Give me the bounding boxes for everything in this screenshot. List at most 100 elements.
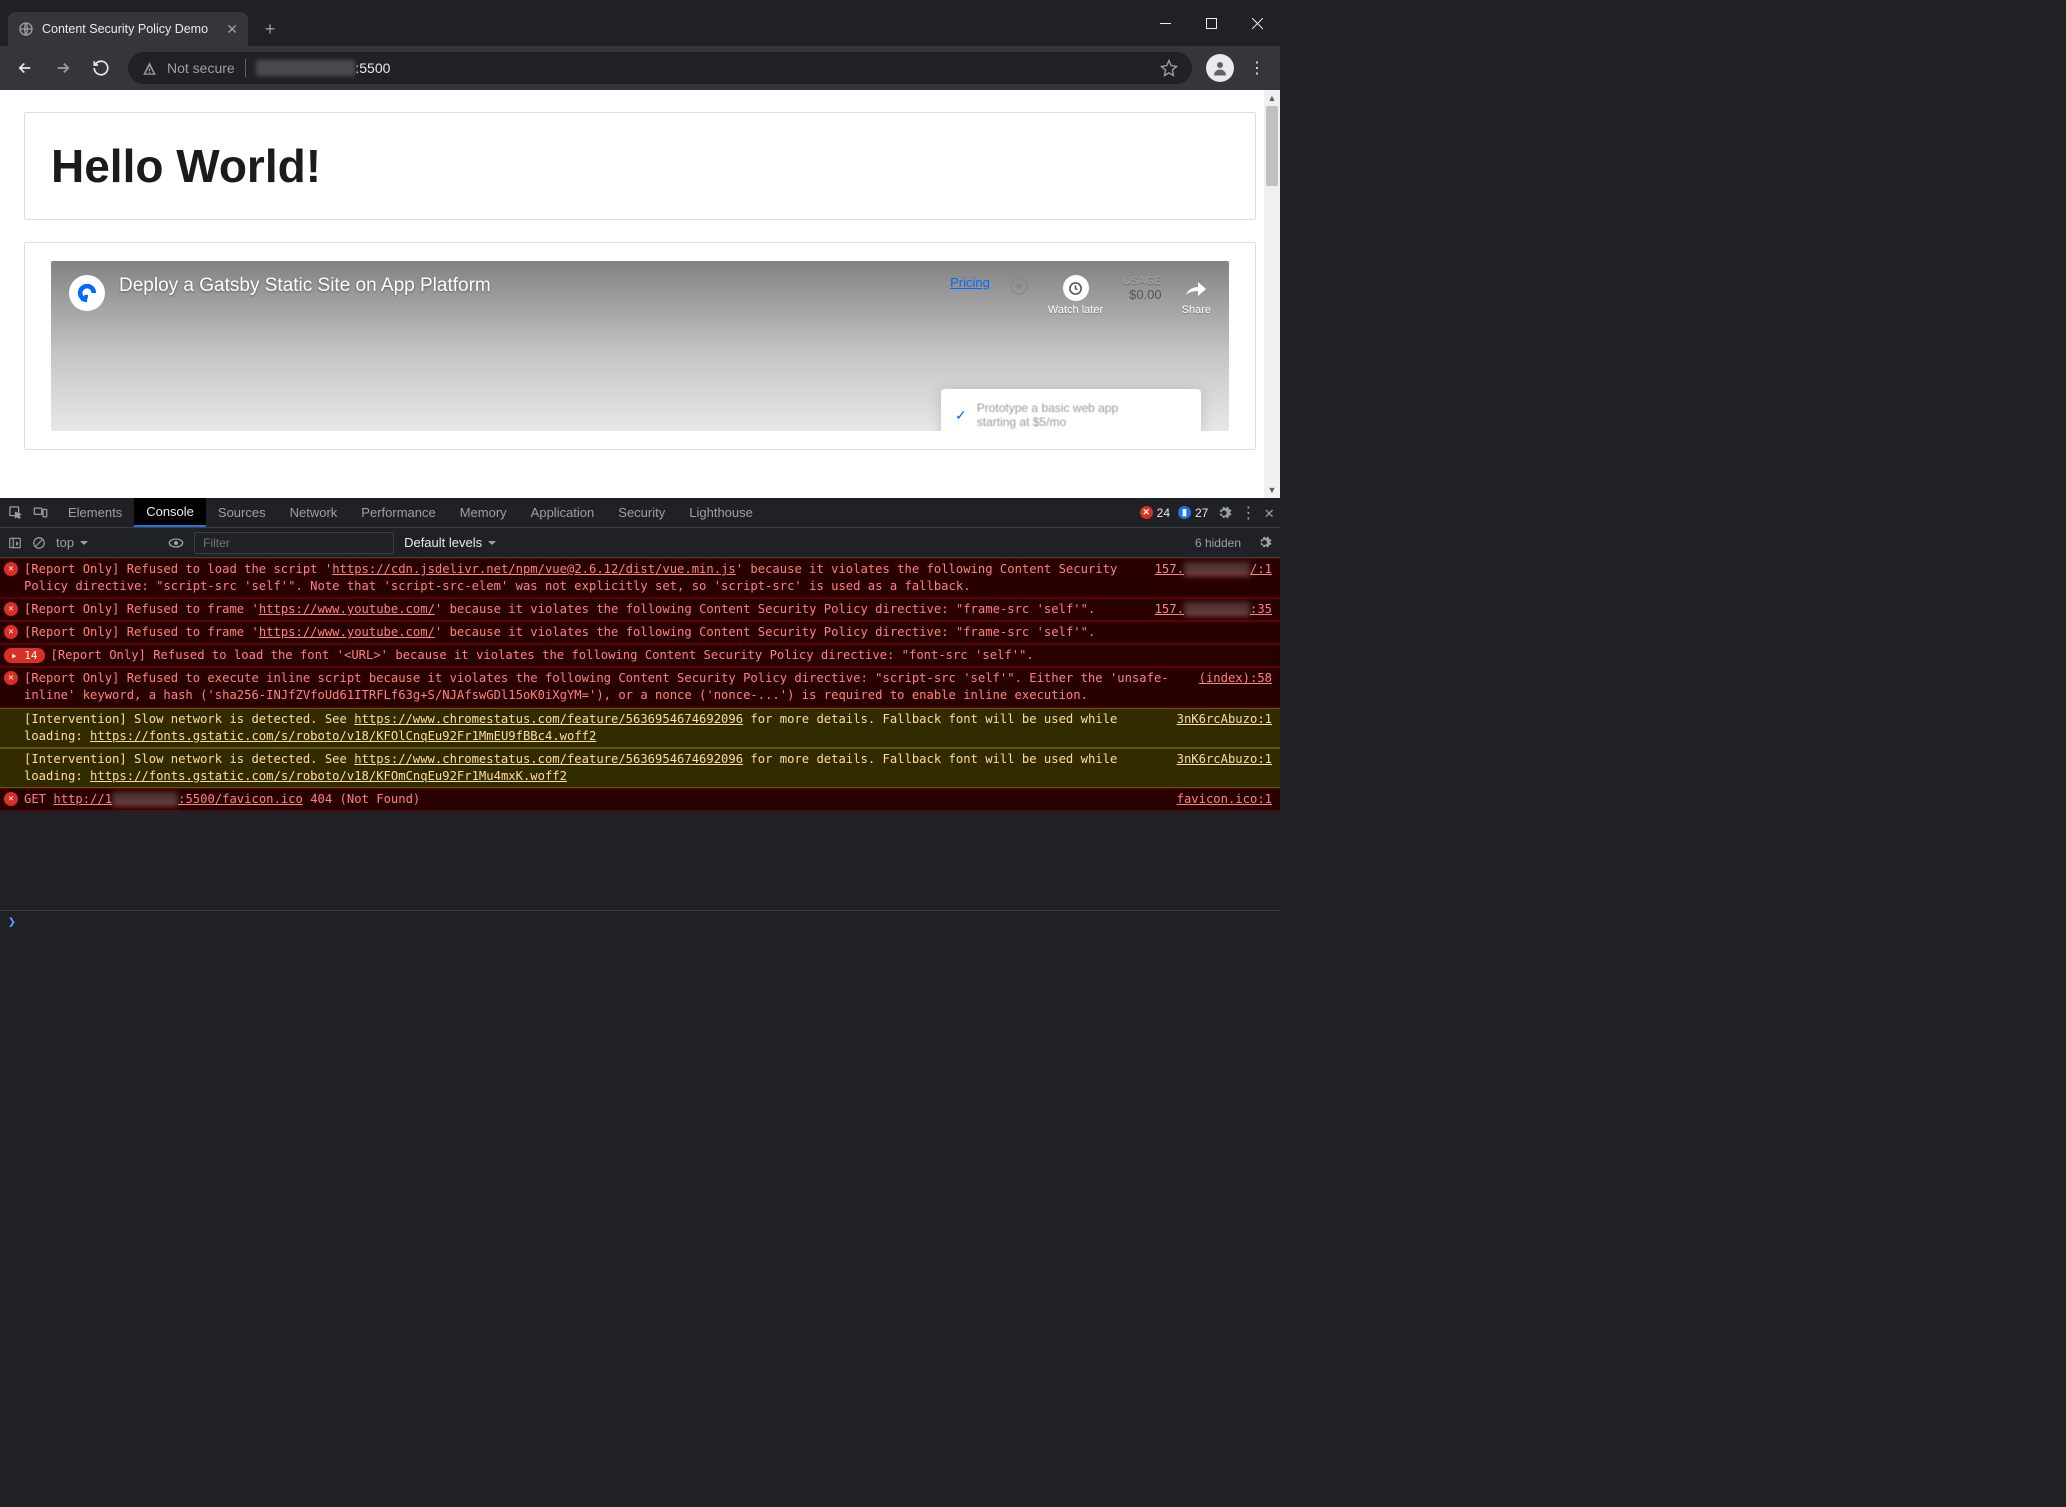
log-source-link[interactable]: 3nK6rcAbuzo:1 bbox=[1167, 751, 1272, 785]
back-button[interactable] bbox=[8, 51, 42, 85]
devtools-tab-console[interactable]: Console bbox=[134, 498, 206, 527]
page-heading: Hello World! bbox=[51, 139, 1229, 193]
pricing-link[interactable]: Pricing bbox=[950, 275, 990, 290]
not-secure-icon bbox=[142, 61, 157, 76]
profile-avatar-button[interactable] bbox=[1206, 54, 1234, 82]
error-icon: ✕ bbox=[4, 625, 18, 639]
warn-spacer bbox=[4, 752, 18, 766]
error-icon: ✕ bbox=[4, 602, 18, 616]
close-tab-button[interactable]: ✕ bbox=[226, 21, 238, 38]
info-count-badge[interactable]: ▮27 bbox=[1178, 506, 1208, 520]
share-button[interactable]: Share bbox=[1182, 275, 1211, 316]
browser-tab-active[interactable]: Content Security Policy Demo ✕ bbox=[8, 12, 248, 46]
browser-titlebar: Content Security Policy Demo ✕ + bbox=[0, 0, 1280, 46]
security-label: Not secure bbox=[167, 60, 235, 76]
share-icon bbox=[1183, 275, 1209, 301]
chevron-down-icon bbox=[488, 541, 496, 549]
new-tab-button[interactable]: + bbox=[256, 12, 284, 46]
console-log-row[interactable]: ✕ [Report Only] Refused to frame 'https:/… bbox=[0, 598, 1280, 621]
log-source-link[interactable]: 157.xxx.xx.xx:35 bbox=[1145, 601, 1272, 618]
console-toolbar: top Default levels 6 hidden bbox=[0, 528, 1280, 558]
devtools-tab-network[interactable]: Network bbox=[278, 498, 350, 527]
devtools-panel: ElementsConsoleSourcesNetworkPerformance… bbox=[0, 498, 1280, 934]
console-log-row[interactable]: ✕ [Report Only] Refused to load the scrip… bbox=[0, 558, 1280, 598]
devtools-tabbar: ElementsConsoleSourcesNetworkPerformance… bbox=[0, 498, 1280, 528]
chevron-down-icon bbox=[80, 541, 88, 549]
log-message: [Report Only] Refused to load the script… bbox=[24, 561, 1139, 595]
console-filter-input[interactable] bbox=[194, 532, 394, 554]
console-log-list[interactable]: ✕ [Report Only] Refused to load the scrip… bbox=[0, 558, 1280, 910]
channel-logo[interactable] bbox=[69, 275, 105, 311]
tab-title: Content Security Policy Demo bbox=[42, 22, 208, 36]
devtools-tab-application[interactable]: Application bbox=[519, 498, 607, 527]
error-icon: ✕ bbox=[4, 792, 18, 806]
scroll-down-arrow[interactable]: ▼ bbox=[1264, 482, 1280, 498]
error-count-badge[interactable]: ✕24 bbox=[1140, 506, 1170, 520]
watch-later-button[interactable]: Watch later bbox=[1048, 275, 1103, 316]
scroll-up-arrow[interactable]: ▲ bbox=[1264, 90, 1280, 106]
console-log-row[interactable]: ✕[Report Only] Refused to execute inline… bbox=[0, 667, 1280, 707]
console-log-row[interactable]: [Intervention] Slow network is detected.… bbox=[0, 708, 1280, 748]
youtube-embed[interactable]: Deploy a Gatsby Static Site on App Platf… bbox=[51, 261, 1229, 431]
live-expression-icon[interactable] bbox=[168, 535, 184, 551]
hidden-count[interactable]: 6 hidden bbox=[1195, 536, 1247, 550]
omnibox-divider bbox=[245, 59, 246, 77]
console-sidebar-toggle-icon[interactable] bbox=[8, 536, 22, 550]
minimize-button[interactable] bbox=[1142, 0, 1188, 46]
close-window-button[interactable] bbox=[1234, 0, 1280, 46]
device-toolbar-icon[interactable] bbox=[33, 505, 48, 520]
devtools-tab-memory[interactable]: Memory bbox=[448, 498, 519, 527]
error-icon: ✕ bbox=[4, 562, 18, 576]
page-scrollbar[interactable]: ▲ ▼ bbox=[1264, 90, 1280, 498]
browser-toolbar: Not secure xxx.xxx.xxx.xxx:5500 ⋮ bbox=[0, 46, 1280, 90]
console-settings-icon[interactable] bbox=[1257, 535, 1272, 550]
check-icon: ✓ bbox=[955, 407, 967, 424]
devtools-tab-security[interactable]: Security bbox=[606, 498, 677, 527]
devtools-close-icon[interactable]: ✕ bbox=[1264, 503, 1274, 522]
usage-display: USAGE $0.00 bbox=[1123, 275, 1162, 302]
devtools-menu-icon[interactable]: ⋮ bbox=[1240, 503, 1256, 522]
address-bar[interactable]: Not secure xxx.xxx.xxx.xxx:5500 bbox=[128, 52, 1192, 84]
page-viewport: Hello World! Deploy a Gatsby Static Site… bbox=[0, 90, 1280, 498]
log-source-link[interactable]: (index):58 bbox=[1189, 670, 1272, 704]
log-message: [Report Only] Refused to load the font '… bbox=[51, 647, 1273, 664]
inspect-element-icon[interactable] bbox=[8, 505, 23, 520]
scrollbar-thumb[interactable] bbox=[1266, 106, 1278, 186]
console-prompt[interactable]: ❯ bbox=[0, 910, 1280, 934]
devtools-settings-icon[interactable] bbox=[1216, 505, 1232, 521]
popup-text: Prototype a basic web app starting at $5… bbox=[977, 401, 1118, 429]
console-log-row[interactable]: [Intervention] Slow network is detected.… bbox=[0, 748, 1280, 788]
context-selector[interactable]: top bbox=[56, 535, 88, 550]
window-controls bbox=[1142, 0, 1280, 46]
log-levels-selector[interactable]: Default levels bbox=[404, 535, 496, 550]
prompt-chevron-icon: ❯ bbox=[8, 915, 16, 930]
log-message: [Intervention] Slow network is detected.… bbox=[24, 751, 1161, 785]
console-log-row[interactable]: ✕ [Report Only] Refused to frame 'https:/… bbox=[0, 621, 1280, 644]
log-message: [Report Only] Refused to frame 'https://… bbox=[24, 624, 1272, 641]
clock-icon bbox=[1063, 275, 1089, 301]
forward-button[interactable] bbox=[46, 51, 80, 85]
log-source-link[interactable]: favicon.ico:1 bbox=[1167, 791, 1272, 808]
console-log-row[interactable]: ▸ 14 [Report Only] Refused to load the fo… bbox=[0, 644, 1280, 667]
hello-card: Hello World! bbox=[24, 112, 1256, 220]
console-log-row[interactable]: ✕ GET http://1xx.xxx.xx:5500/favicon.ico … bbox=[0, 788, 1280, 811]
error-icon: ✕ bbox=[4, 671, 18, 685]
devtools-tab-elements[interactable]: Elements bbox=[56, 498, 134, 527]
log-source-link[interactable]: 157.xxx.xx.xx/:1 bbox=[1145, 561, 1272, 595]
clear-console-icon[interactable] bbox=[32, 536, 46, 550]
bookmark-star-icon[interactable] bbox=[1160, 59, 1178, 77]
devtools-tab-sources[interactable]: Sources bbox=[206, 498, 278, 527]
devtools-tab-lighthouse[interactable]: Lighthouse bbox=[677, 498, 765, 527]
devtools-tab-performance[interactable]: Performance bbox=[349, 498, 447, 527]
log-message: GET http://1xx.xxx.xx:5500/favicon.ico 4… bbox=[24, 791, 1161, 808]
video-card: Deploy a Gatsby Static Site on App Platf… bbox=[24, 242, 1256, 450]
maximize-button[interactable] bbox=[1188, 0, 1234, 46]
globe-icon bbox=[18, 21, 34, 37]
video-popup: ✓ Prototype a basic web app starting at … bbox=[941, 389, 1201, 431]
log-message: [Report Only] Refused to frame 'https://… bbox=[24, 601, 1139, 618]
log-source-link[interactable]: 3nK6rcAbuzo:1 bbox=[1167, 711, 1272, 745]
reload-button[interactable] bbox=[84, 51, 118, 85]
log-count-pill: ▸ 14 bbox=[4, 648, 45, 663]
browser-menu-button[interactable]: ⋮ bbox=[1242, 58, 1272, 78]
video-title: Deploy a Gatsby Static Site on App Platf… bbox=[119, 275, 491, 297]
